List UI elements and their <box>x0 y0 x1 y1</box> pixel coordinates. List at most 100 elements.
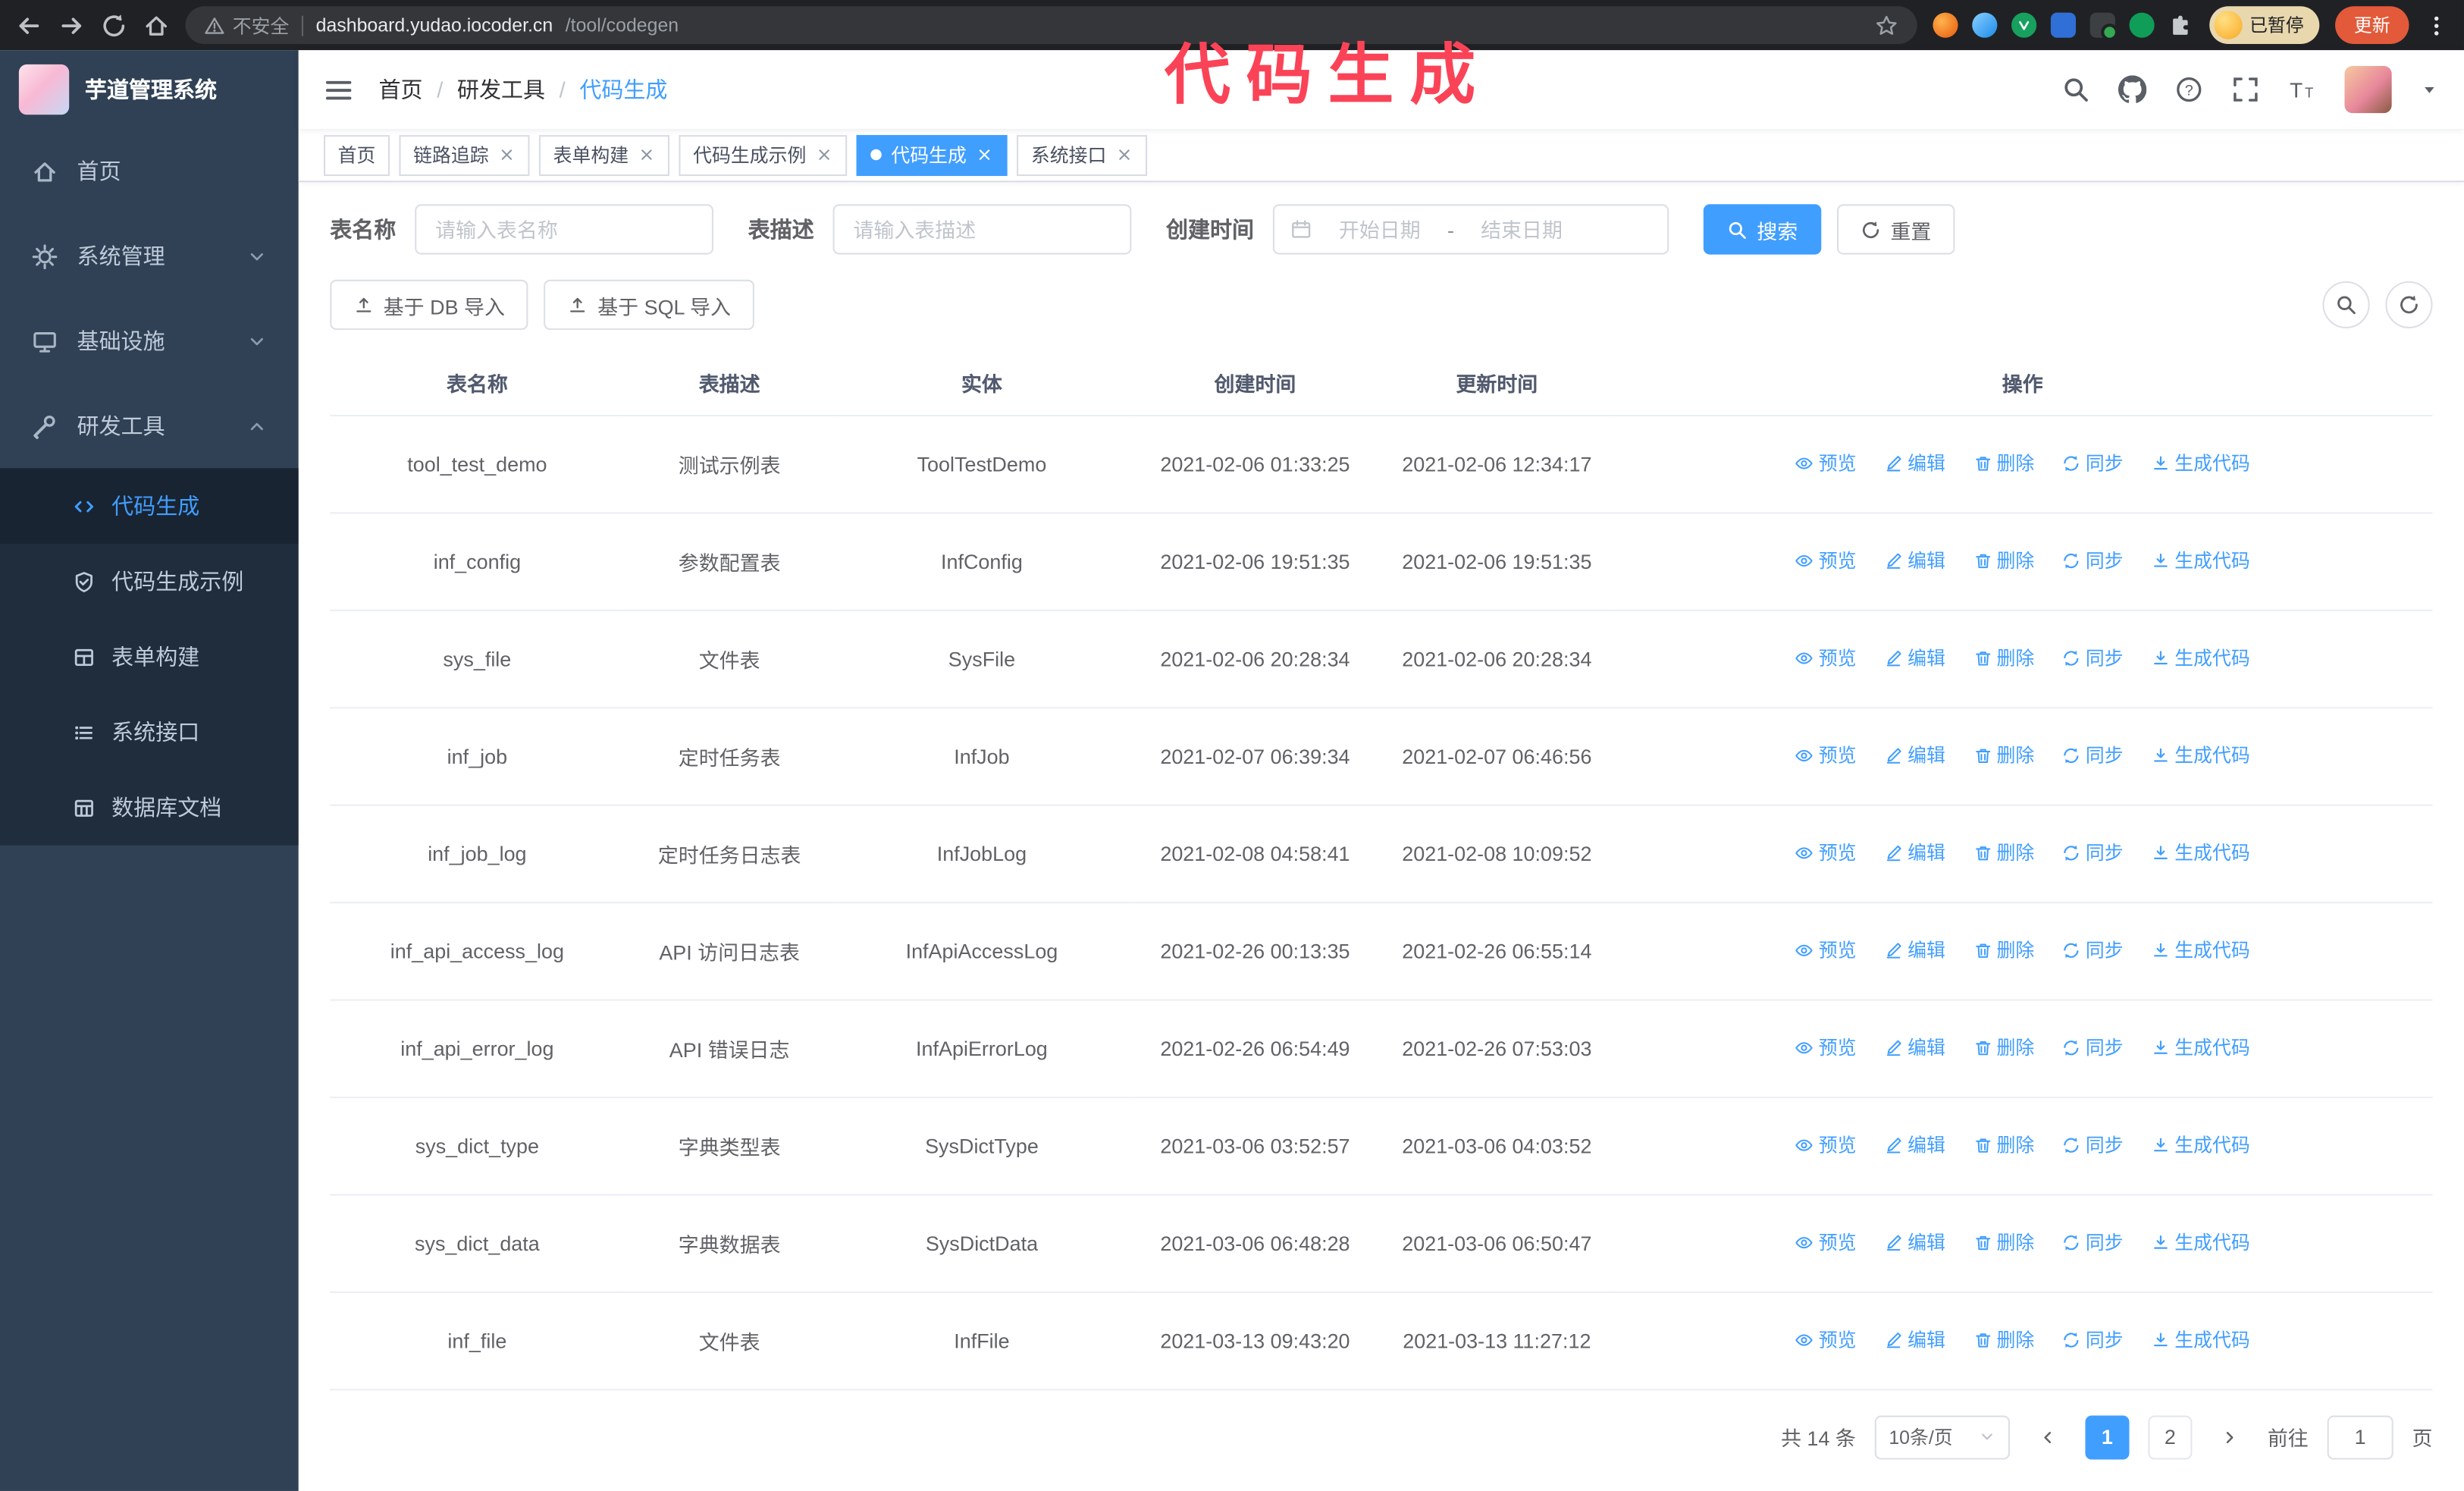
sidebar-item-home[interactable]: 首页 <box>0 129 299 214</box>
generate-code-link[interactable]: 生成代码 <box>2151 645 2250 671</box>
sidebar-item-devtools[interactable]: 研发工具 <box>0 383 299 468</box>
avatar-caret-icon[interactable] <box>2420 80 2439 99</box>
sync-link[interactable]: 同步 <box>2062 742 2124 768</box>
sidebar-item-system-api[interactable]: 系统接口 <box>0 695 299 770</box>
search-button[interactable]: 搜索 <box>1703 204 1822 255</box>
preview-link[interactable]: 预览 <box>1795 1034 1856 1061</box>
reset-button[interactable]: 重置 <box>1837 204 1955 255</box>
generate-code-link[interactable]: 生成代码 <box>2151 547 2250 573</box>
sync-link[interactable]: 同步 <box>2062 1326 2124 1353</box>
preview-link[interactable]: 预览 <box>1795 1132 1856 1158</box>
extension-icon-5[interactable] <box>2128 12 2154 38</box>
sync-link[interactable]: 同步 <box>2062 840 2124 866</box>
edit-link[interactable]: 编辑 <box>1884 840 1945 866</box>
delete-link[interactable]: 删除 <box>1973 450 2034 476</box>
preview-link[interactable]: 预览 <box>1795 450 1856 476</box>
sidebar-item-codegen[interactable]: 代码生成 <box>0 468 299 544</box>
generate-code-link[interactable]: 生成代码 <box>2151 450 2250 476</box>
fullscreen-icon[interactable] <box>2231 75 2259 103</box>
preview-link[interactable]: 预览 <box>1795 840 1856 866</box>
refresh-table-button[interactable] <box>2385 281 2433 328</box>
import-sql-button[interactable]: 基于 SQL 导入 <box>544 279 755 331</box>
close-icon[interactable] <box>816 146 833 164</box>
delete-link[interactable]: 删除 <box>1973 937 2034 963</box>
tab-home[interactable]: 首页 <box>323 134 390 175</box>
page-1-button[interactable]: 1 <box>2085 1414 2130 1459</box>
edit-link[interactable]: 编辑 <box>1884 1229 1945 1256</box>
close-icon[interactable] <box>638 146 656 164</box>
profile-paused-badge[interactable]: 已暂停 <box>2209 6 2320 45</box>
delete-link[interactable]: 删除 <box>1973 1326 2034 1353</box>
tab-codegen-example[interactable]: 代码生成示例 <box>679 134 848 175</box>
extension-icon-4[interactable] <box>2089 12 2118 41</box>
delete-link[interactable]: 删除 <box>1973 1034 2034 1061</box>
delete-link[interactable]: 删除 <box>1973 742 2034 768</box>
toggle-search-button[interactable] <box>2322 281 2370 328</box>
sidebar-item-infra[interactable]: 基础设施 <box>0 299 299 384</box>
edit-link[interactable]: 编辑 <box>1884 645 1945 671</box>
generate-code-link[interactable]: 生成代码 <box>2151 1034 2250 1061</box>
generate-code-link[interactable]: 生成代码 <box>2151 1229 2250 1256</box>
delete-link[interactable]: 删除 <box>1973 645 2034 671</box>
sync-link[interactable]: 同步 <box>2062 450 2124 476</box>
sync-link[interactable]: 同步 <box>2062 937 2124 963</box>
table-name-input[interactable] <box>415 204 714 255</box>
preview-link[interactable]: 预览 <box>1795 645 1856 671</box>
reload-icon[interactable] <box>101 12 127 39</box>
browser-update-button[interactable]: 更新 <box>2335 6 2409 45</box>
tab-form-builder[interactable]: 表单构建 <box>539 134 670 175</box>
preview-link[interactable]: 预览 <box>1795 547 1856 573</box>
font-size-icon[interactable] <box>2288 75 2316 103</box>
vue-devtools-icon[interactable] <box>2011 12 2036 38</box>
browser-menu-icon[interactable] <box>2425 14 2448 37</box>
page-size-select[interactable]: 10条/页 <box>1874 1414 2010 1459</box>
edit-link[interactable]: 编辑 <box>1884 450 1945 476</box>
close-icon[interactable] <box>1116 146 1133 164</box>
tab-system-api[interactable]: 系统接口 <box>1017 134 1148 175</box>
github-icon[interactable] <box>2118 75 2146 103</box>
generate-code-link[interactable]: 生成代码 <box>2151 1132 2250 1158</box>
search-icon[interactable] <box>2061 75 2089 103</box>
table-desc-input[interactable] <box>832 204 1132 255</box>
sidebar-toggle-icon[interactable] <box>324 74 353 104</box>
delete-link[interactable]: 删除 <box>1973 840 2034 866</box>
import-db-button[interactable]: 基于 DB 导入 <box>330 279 529 331</box>
edit-link[interactable]: 编辑 <box>1884 1132 1945 1158</box>
sidebar-item-system[interactable]: 系统管理 <box>0 214 299 299</box>
help-icon[interactable] <box>2175 75 2203 103</box>
address-bar[interactable]: 不安全 dashboard.yudao.iocoder.cn /tool/cod… <box>185 6 1917 45</box>
sidebar-item-db-doc[interactable]: 数据库文档 <box>0 770 299 845</box>
sync-link[interactable]: 同步 <box>2062 645 2124 671</box>
delete-link[interactable]: 删除 <box>1973 1229 2034 1256</box>
extension-icon-1[interactable] <box>1932 12 1958 38</box>
start-date-input[interactable] <box>1318 217 1441 241</box>
preview-link[interactable]: 预览 <box>1795 742 1856 768</box>
preview-link[interactable]: 预览 <box>1795 1229 1856 1256</box>
goto-page-input[interactable] <box>2327 1414 2393 1459</box>
generate-code-link[interactable]: 生成代码 <box>2151 742 2250 768</box>
sidebar-item-codegen-example[interactable]: 代码生成示例 <box>0 544 299 619</box>
sync-link[interactable]: 同步 <box>2062 547 2124 573</box>
page-2-button[interactable]: 2 <box>2148 1414 2193 1459</box>
end-date-input[interactable] <box>1460 217 1583 241</box>
sync-link[interactable]: 同步 <box>2062 1132 2124 1158</box>
edit-link[interactable]: 编辑 <box>1884 1326 1945 1353</box>
next-page-button[interactable] <box>2211 1414 2249 1458</box>
generate-code-link[interactable]: 生成代码 <box>2151 1326 2250 1353</box>
delete-link[interactable]: 删除 <box>1973 1132 2034 1158</box>
extension-icon-3[interactable] <box>2049 12 2076 38</box>
edit-link[interactable]: 编辑 <box>1884 1034 1945 1061</box>
sidebar-item-form-builder[interactable]: 表单构建 <box>0 619 299 694</box>
tab-trace[interactable]: 链路追踪 <box>399 134 530 175</box>
date-range-picker[interactable]: - <box>1272 204 1669 255</box>
sync-link[interactable]: 同步 <box>2062 1034 2124 1061</box>
preview-link[interactable]: 预览 <box>1795 937 1856 963</box>
close-icon[interactable] <box>976 146 993 164</box>
prev-page-button[interactable] <box>2029 1414 2067 1458</box>
delete-link[interactable]: 删除 <box>1973 547 2034 573</box>
browser-home-icon[interactable] <box>143 12 170 39</box>
edit-link[interactable]: 编辑 <box>1884 742 1945 768</box>
generate-code-link[interactable]: 生成代码 <box>2151 937 2250 963</box>
extension-icon-2[interactable] <box>1971 12 1997 38</box>
user-avatar[interactable] <box>2344 66 2392 114</box>
